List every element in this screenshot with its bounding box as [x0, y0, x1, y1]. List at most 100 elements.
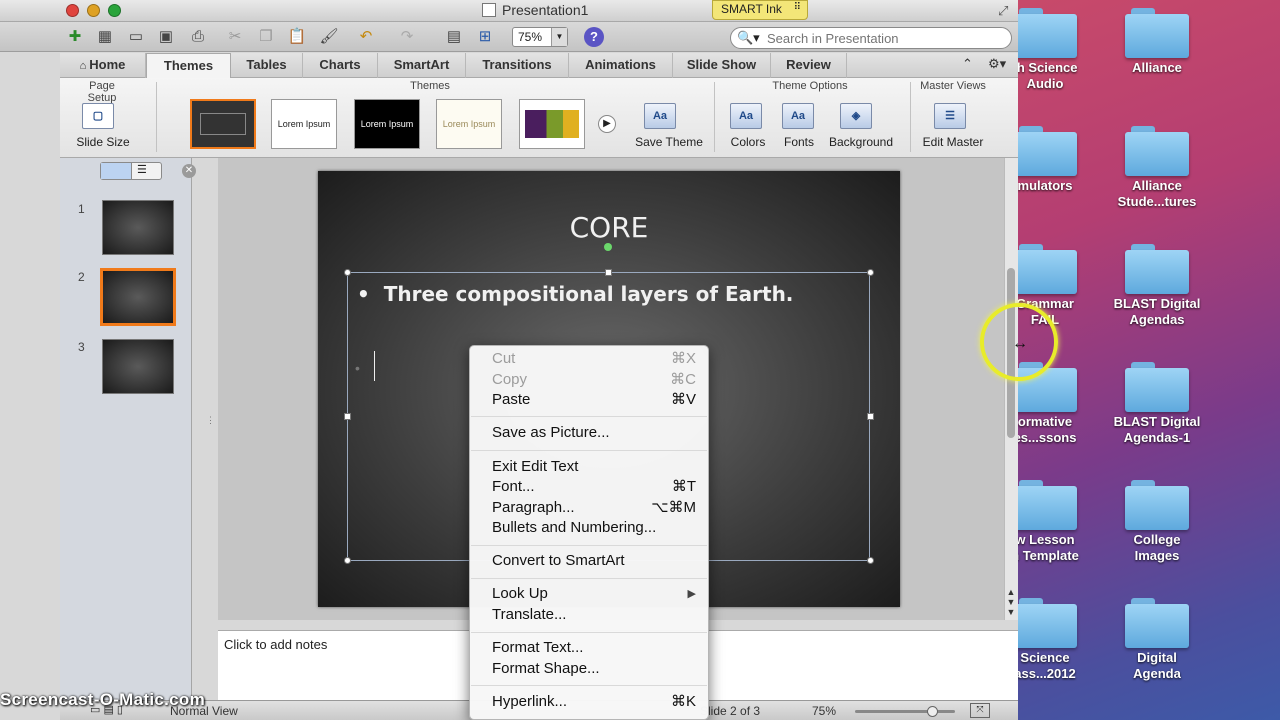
- resize-handle[interactable]: [867, 413, 874, 420]
- zoom-slider-knob[interactable]: [927, 706, 938, 717]
- menu-item-translate[interactable]: Translate...: [492, 605, 702, 625]
- menu-item-font[interactable]: Font... ⌘T: [492, 477, 702, 497]
- menu-item-paste[interactable]: Paste ⌘V: [492, 390, 702, 410]
- help-button[interactable]: ?: [584, 27, 604, 47]
- print-icon[interactable]: ⎙: [187, 26, 209, 48]
- save-icon[interactable]: ▣: [155, 26, 177, 48]
- menu-item-cut[interactable]: Cut ⌘X: [492, 349, 702, 369]
- vertical-scrollbar[interactable]: [1004, 158, 1018, 620]
- scroll-arrows[interactable]: ▲ ▼ ▼: [1004, 587, 1018, 617]
- edit-master-icon[interactable]: ☰: [934, 103, 966, 129]
- fonts-icon[interactable]: Aa: [782, 103, 814, 129]
- resize-handle[interactable]: [344, 557, 351, 564]
- tab-label: Themes: [163, 58, 214, 73]
- slide-title[interactable]: CORE: [318, 211, 900, 244]
- save-theme-icon[interactable]: Aa: [644, 103, 676, 129]
- background-icon[interactable]: ◈: [840, 103, 872, 129]
- fonts-button[interactable]: Fonts: [774, 135, 824, 149]
- theme-thumbnail-selected[interactable]: [190, 99, 256, 149]
- fullscreen-icon[interactable]: ⤢: [998, 3, 1008, 19]
- layout-icon[interactable]: ⊞: [474, 26, 496, 48]
- tab-transitions[interactable]: Transitions: [466, 53, 569, 78]
- background-button[interactable]: Background: [826, 135, 896, 149]
- desktop-folder[interactable]: Alliance Stude...tures: [1102, 126, 1212, 210]
- gallery-icon[interactable]: ▦: [94, 26, 116, 48]
- edit-master-button[interactable]: Edit Master: [916, 135, 990, 149]
- save-theme-button[interactable]: Save Theme: [630, 135, 708, 149]
- tab-review[interactable]: Review: [771, 53, 847, 78]
- desktop-folder[interactable]: mulators: [1018, 126, 1100, 194]
- new-icon[interactable]: ✚: [64, 26, 86, 48]
- copy-icon[interactable]: ❐: [255, 26, 277, 48]
- bullet-text[interactable]: • Three compositional layers of Earth.: [357, 282, 793, 306]
- desktop-folder[interactable]: BLAST Digital Agendas-1: [1102, 362, 1212, 446]
- slide-size-icon[interactable]: ▢: [82, 103, 114, 129]
- outline-view-tab[interactable]: ☰: [137, 163, 147, 176]
- menu-item-format-text[interactable]: Format Text...: [492, 638, 702, 658]
- search-input[interactable]: [767, 30, 997, 46]
- search-icon[interactable]: 🔍▾: [737, 30, 760, 46]
- search-box[interactable]: 🔍▾: [730, 27, 1012, 49]
- resize-handle[interactable]: [344, 269, 351, 276]
- resize-handle[interactable]: [867, 557, 874, 564]
- menu-item-bullets-numbering[interactable]: Bullets and Numbering...: [492, 518, 702, 538]
- tab-tables[interactable]: Tables: [231, 53, 303, 78]
- panel-splitter[interactable]: ⋮: [206, 415, 215, 439]
- close-window-button[interactable]: [66, 4, 79, 17]
- themes-next-icon[interactable]: ▶: [598, 115, 616, 133]
- menu-item-format-shape[interactable]: Format Shape...: [492, 659, 702, 679]
- resize-handle[interactable]: [867, 269, 874, 276]
- cut-icon[interactable]: ✂: [224, 26, 246, 48]
- fit-to-window-icon[interactable]: ⤧: [970, 703, 990, 718]
- desktop-folder[interactable]: College Images: [1102, 480, 1212, 564]
- menu-item-exit-edit-text[interactable]: Exit Edit Text: [492, 457, 702, 477]
- slides-view-tab[interactable]: [101, 163, 132, 179]
- tab-slide-show[interactable]: Slide Show: [673, 53, 771, 78]
- tab-themes[interactable]: Themes: [146, 53, 231, 79]
- desktop-folder[interactable]: Digital Agenda: [1102, 598, 1212, 682]
- menu-item-copy[interactable]: Copy ⌘C: [492, 370, 702, 390]
- theme-thumbnail[interactable]: Lorem Ipsum: [354, 99, 420, 149]
- close-icon[interactable]: ✕: [182, 164, 196, 178]
- theme-thumbnail[interactable]: Lorem Ipsum: [436, 99, 502, 149]
- smart-ink-tab[interactable]: SMART Ink ⠿: [712, 0, 808, 20]
- paste-icon[interactable]: 📋: [286, 26, 308, 48]
- format-painter-icon[interactable]: 🖌: [318, 26, 340, 48]
- menu-item-convert-smartart[interactable]: Convert to SmartArt: [492, 551, 702, 571]
- open-icon[interactable]: ▭: [125, 26, 147, 48]
- menu-item-paragraph[interactable]: Paragraph... ⌥⌘M: [492, 498, 702, 518]
- undo-icon[interactable]: ↶: [355, 26, 377, 48]
- slide-thumbnail-1[interactable]: [102, 200, 174, 255]
- menu-item-look-up[interactable]: Look Up ▶: [492, 584, 702, 604]
- colors-icon[interactable]: Aa: [730, 103, 762, 129]
- chevron-down-icon[interactable]: ▼: [551, 28, 567, 46]
- minimize-window-button[interactable]: [87, 4, 100, 17]
- tab-smartart[interactable]: SmartArt: [378, 53, 466, 78]
- gear-icon[interactable]: ⚙▾: [988, 56, 1006, 72]
- desktop-folder[interactable]: w Lesson n Template: [1018, 480, 1100, 564]
- tab-home[interactable]: ⌂ Home: [60, 53, 146, 78]
- zoom-window-button[interactable]: [108, 4, 121, 17]
- zoom-slider[interactable]: [855, 706, 955, 717]
- menu-item-save-as-picture[interactable]: Save as Picture...: [492, 423, 702, 443]
- slide-size-button[interactable]: Slide Size: [70, 135, 136, 149]
- desktop-folder[interactable]: th Science Audio: [1018, 8, 1100, 92]
- tab-animations[interactable]: Animations: [569, 53, 673, 78]
- theme-thumbnail[interactable]: [519, 99, 585, 149]
- desktop-folder[interactable]: BLAST Digital Agendas: [1102, 244, 1212, 328]
- collapse-ribbon-icon[interactable]: ⌃: [962, 56, 973, 72]
- redo-icon[interactable]: ↷: [396, 26, 418, 48]
- sidebar-icon[interactable]: ▤: [443, 26, 465, 48]
- zoom-field[interactable]: 75% ▼: [512, 27, 568, 47]
- colors-button[interactable]: Colors: [720, 135, 776, 149]
- rotation-handle[interactable]: [604, 243, 612, 251]
- desktop-folder[interactable]: Science ass...2012: [1018, 598, 1100, 682]
- menu-item-hyperlink[interactable]: Hyperlink... ⌘K: [492, 692, 702, 712]
- desktop-folder[interactable]: Alliance: [1102, 8, 1212, 76]
- slide-thumbnail-2[interactable]: [100, 268, 176, 326]
- theme-thumbnail[interactable]: Lorem Ipsum: [271, 99, 337, 149]
- slide-thumbnail-3[interactable]: [102, 339, 174, 394]
- resize-handle[interactable]: [605, 269, 612, 276]
- resize-handle[interactable]: [344, 413, 351, 420]
- tab-charts[interactable]: Charts: [303, 53, 378, 78]
